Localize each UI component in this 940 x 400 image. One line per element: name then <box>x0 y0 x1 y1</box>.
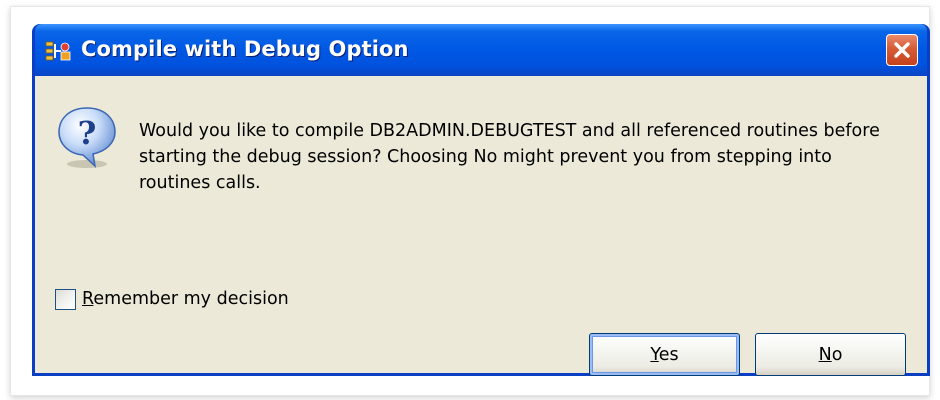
dialog-title: Compile with Debug Option <box>81 37 409 61</box>
mnemonic-y: Y <box>650 344 659 365</box>
dialog-message: Would you like to compile DB2ADMIN.DEBUG… <box>139 121 880 193</box>
close-button[interactable] <box>886 34 918 66</box>
compile-debug-dialog: Compile with Debug Option ? Would you li… <box>32 24 930 376</box>
checkbox-box[interactable] <box>55 288 76 310</box>
yes-button[interactable]: Yes <box>589 333 740 376</box>
no-button[interactable]: No <box>755 333 906 376</box>
remember-decision-label: Remember my decision <box>82 289 289 309</box>
compile-debug-icon <box>45 40 71 62</box>
no-label-rest: o <box>831 344 843 365</box>
no-button-label: No <box>819 345 843 365</box>
mnemonic-r: R <box>82 289 94 309</box>
yes-label-rest: es <box>658 344 679 365</box>
svg-text:?: ? <box>78 114 97 152</box>
dialog-body: ? Would you like to compile DB2ADMIN.DEB… <box>35 76 927 376</box>
question-icon: ? <box>53 102 121 170</box>
yes-button-label: Yes <box>650 345 678 365</box>
remember-label-rest: emember my decision <box>93 289 289 309</box>
mnemonic-n: N <box>818 344 832 365</box>
remember-decision-checkbox[interactable]: Remember my decision <box>55 287 289 311</box>
title-bar[interactable]: Compile with Debug Option <box>35 24 927 76</box>
close-icon <box>894 42 910 58</box>
